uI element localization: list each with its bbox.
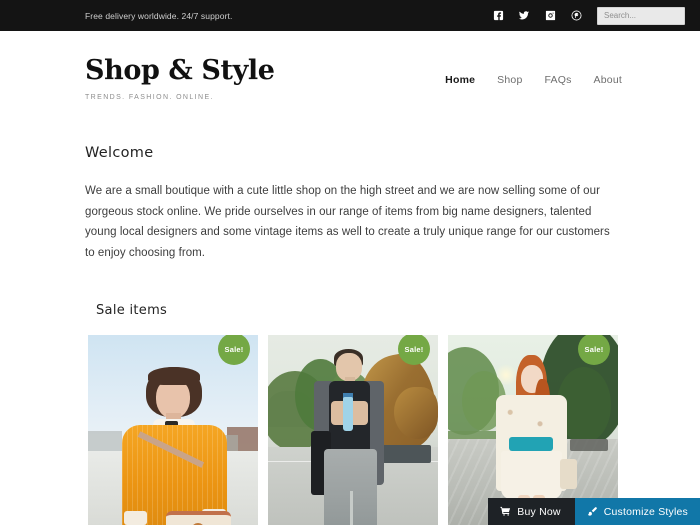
nav-item-about[interactable]: About [594,74,622,86]
main-content: Welcome We are a small boutique with a c… [0,145,700,525]
bottom-action-bar: Buy Now Customize Styles [488,498,700,525]
buy-now-button[interactable]: Buy Now [488,498,575,525]
nav-item-shop[interactable]: Shop [497,74,522,86]
utility-top-bar: Free delivery worldwide. 24/7 support. [0,0,700,31]
intro-paragraph: We are a small boutique with a cute litt… [85,185,610,259]
product-card[interactable]: Sale! [448,335,618,525]
nav-item-faqs[interactable]: FAQs [544,74,571,86]
shopping-cart-icon [500,506,511,517]
brand-block[interactable]: Shop & Style TRENDS. FASHION. ONLINE. [85,57,275,101]
delivery-tagline: Free delivery worldwide. 24/7 support. [85,10,233,21]
buy-now-label: Buy Now [517,505,561,518]
product-card[interactable]: Sale! [268,335,438,525]
search-box[interactable] [597,6,685,25]
site-tagline: TRENDS. FASHION. ONLINE. [85,94,214,101]
site-header: Shop & Style TRENDS. FASHION. ONLINE. Ho… [0,31,700,120]
topbar-right-group [485,5,685,27]
paintbrush-icon [587,506,598,517]
nav-item-home[interactable]: Home [445,74,475,86]
sale-items-heading: Sale items [96,303,168,318]
sale-items-grid: Sale! Sale! Sale! [88,335,620,525]
twitter-icon[interactable] [511,5,537,27]
product-card[interactable]: Sale! [88,335,258,525]
customize-styles-button[interactable]: Customize Styles [574,498,700,525]
site-title: Shop & Style [85,55,275,86]
page-title: Welcome [85,145,154,161]
pinterest-icon[interactable] [563,5,589,27]
customize-styles-label: Customize Styles [603,505,688,518]
instagram-icon[interactable] [537,5,563,27]
search-input[interactable] [598,11,684,20]
main-navigation: Home Shop FAQs About [445,74,622,86]
facebook-icon[interactable] [485,5,511,27]
